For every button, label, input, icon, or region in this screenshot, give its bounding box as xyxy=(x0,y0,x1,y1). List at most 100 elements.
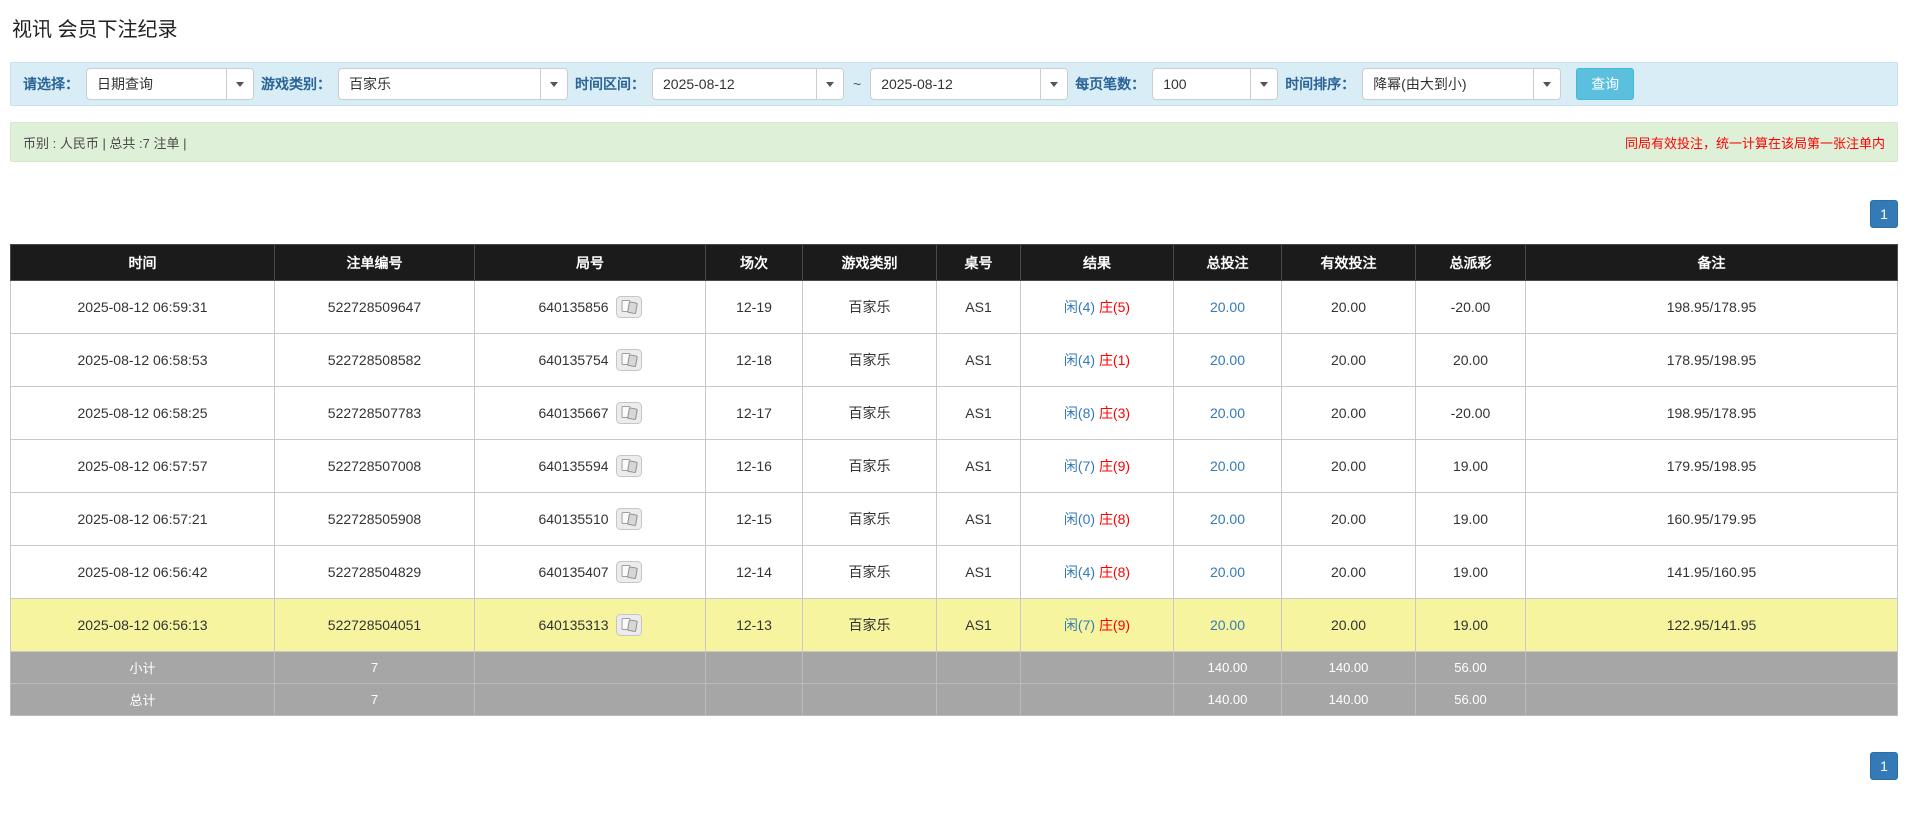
cell-game-type: 百家乐 xyxy=(803,546,937,599)
total-bet-link[interactable]: 20.00 xyxy=(1210,352,1245,368)
subtotal-total-bet: 140.00 xyxy=(1174,652,1282,684)
cell-payout: 19.00 xyxy=(1416,440,1526,493)
game-video-icon[interactable] xyxy=(616,349,642,371)
total-bet-link[interactable]: 20.00 xyxy=(1210,405,1245,421)
sort-order-value: 降幂(由大到小) xyxy=(1363,74,1533,94)
cell-valid-bet: 20.00 xyxy=(1282,334,1416,387)
cell-session: 12-18 xyxy=(706,334,803,387)
page-size-label: 每页笔数： xyxy=(1075,74,1145,94)
page-size-select[interactable]: 100 xyxy=(1152,68,1278,100)
cell-table-no: AS1 xyxy=(937,440,1021,493)
empty-cell xyxy=(803,652,937,684)
empty-cell xyxy=(706,652,803,684)
game-type-value: 百家乐 xyxy=(339,74,540,94)
cell-total-bet: 20.00 xyxy=(1174,546,1282,599)
cell-bet-id: 522728505908 xyxy=(275,493,475,546)
cell-session: 12-15 xyxy=(706,493,803,546)
cell-game-type: 百家乐 xyxy=(803,493,937,546)
page-1-button[interactable]: 1 xyxy=(1870,752,1898,780)
cell-result: 闲(4) 庄(8) xyxy=(1021,546,1174,599)
pagination-bottom: 1 xyxy=(10,752,1898,780)
cell-round: 640135313 xyxy=(475,599,706,652)
cell-remark: 198.95/178.95 xyxy=(1526,387,1898,440)
date-mode-value: 日期查询 xyxy=(87,74,226,94)
total-bet-link[interactable]: 20.00 xyxy=(1210,564,1245,580)
result-player: 闲(0) xyxy=(1064,511,1095,527)
result-banker: 庄(8) xyxy=(1099,511,1130,527)
cell-total-bet: 20.00 xyxy=(1174,493,1282,546)
total-bet-link[interactable]: 20.00 xyxy=(1210,617,1245,633)
result-player: 闲(4) xyxy=(1064,564,1095,580)
date-from-value: 2025-08-12 xyxy=(653,76,816,92)
cell-round: 640135667 xyxy=(475,387,706,440)
date-to-select[interactable]: 2025-08-12 xyxy=(870,68,1068,100)
page-container: 视讯 会员下注纪录 请选择： 日期查询 游戏类别： 百家乐 时间区间： 2025… xyxy=(0,0,1908,780)
col-header-bet-id: 注单编号 xyxy=(275,245,475,281)
game-video-icon[interactable] xyxy=(616,614,642,636)
game-video-icon[interactable] xyxy=(616,402,642,424)
subtotal-row: 小计 7 140.00 140.00 56.00 xyxy=(11,652,1898,684)
total-bet-link[interactable]: 20.00 xyxy=(1210,299,1245,315)
table-row[interactable]: 2025-08-12 06:57:57 522728507008 6401355… xyxy=(11,440,1898,493)
game-type-select[interactable]: 百家乐 xyxy=(338,68,568,100)
cell-session: 12-19 xyxy=(706,281,803,334)
grand-total-label: 总计 xyxy=(11,684,275,716)
cell-result: 闲(4) 庄(5) xyxy=(1021,281,1174,334)
date-to-value: 2025-08-12 xyxy=(871,76,1040,92)
table-row[interactable]: 2025-08-12 06:58:53 522728508582 6401357… xyxy=(11,334,1898,387)
subtotal-valid-bet: 140.00 xyxy=(1282,652,1416,684)
date-mode-select[interactable]: 日期查询 xyxy=(86,68,254,100)
cell-payout: -20.00 xyxy=(1416,281,1526,334)
col-header-table-no: 桌号 xyxy=(937,245,1021,281)
cell-remark: 141.95/160.95 xyxy=(1526,546,1898,599)
table-row[interactable]: 2025-08-12 06:56:42 522728504829 6401354… xyxy=(11,546,1898,599)
search-button[interactable]: 查询 xyxy=(1576,68,1634,100)
valid-bet-note: 同局有效投注，统一计算在该局第一张注单内 xyxy=(1625,133,1885,152)
page-1-button[interactable]: 1 xyxy=(1870,200,1898,228)
cell-total-bet: 20.00 xyxy=(1174,281,1282,334)
round-number: 640135510 xyxy=(538,511,608,527)
empty-cell xyxy=(937,652,1021,684)
table-row[interactable]: 2025-08-12 06:59:31 522728509647 6401358… xyxy=(11,281,1898,334)
game-video-icon[interactable] xyxy=(616,455,642,477)
game-video-icon[interactable] xyxy=(616,561,642,583)
result-banker: 庄(5) xyxy=(1099,299,1130,315)
cell-round: 640135754 xyxy=(475,334,706,387)
subtotal-label: 小计 xyxy=(11,652,275,684)
cell-valid-bet: 20.00 xyxy=(1282,546,1416,599)
game-video-icon[interactable] xyxy=(616,508,642,530)
cell-round: 640135594 xyxy=(475,440,706,493)
table-row[interactable]: 2025-08-12 06:57:21 522728505908 6401355… xyxy=(11,493,1898,546)
chevron-down-icon xyxy=(1250,69,1277,99)
select-mode-label: 请选择： xyxy=(23,74,79,94)
empty-cell xyxy=(1526,684,1898,716)
date-from-select[interactable]: 2025-08-12 xyxy=(652,68,844,100)
sort-order-select[interactable]: 降幂(由大到小) xyxy=(1362,68,1561,100)
empty-cell xyxy=(1021,684,1174,716)
chevron-down-icon xyxy=(226,69,253,99)
cell-session: 12-14 xyxy=(706,546,803,599)
cell-round: 640135407 xyxy=(475,546,706,599)
col-header-round: 局号 xyxy=(475,245,706,281)
total-bet-link[interactable]: 20.00 xyxy=(1210,458,1245,474)
cell-payout: 19.00 xyxy=(1416,546,1526,599)
cell-payout: 19.00 xyxy=(1416,599,1526,652)
total-bet-link[interactable]: 20.00 xyxy=(1210,511,1245,527)
col-header-valid-bet: 有效投注 xyxy=(1282,245,1416,281)
table-header: 时间 注单编号 局号 场次 游戏类别 桌号 结果 总投注 有效投注 总派彩 备注 xyxy=(11,245,1898,281)
cell-table-no: AS1 xyxy=(937,334,1021,387)
empty-cell xyxy=(706,684,803,716)
table-row[interactable]: 2025-08-12 06:58:25 522728507783 6401356… xyxy=(11,387,1898,440)
table-row[interactable]: 2025-08-12 06:56:13 522728504051 6401353… xyxy=(11,599,1898,652)
cell-total-bet: 20.00 xyxy=(1174,599,1282,652)
cell-remark: 122.95/141.95 xyxy=(1526,599,1898,652)
cell-game-type: 百家乐 xyxy=(803,334,937,387)
game-video-icon[interactable] xyxy=(616,296,642,318)
round-number: 640135856 xyxy=(538,299,608,315)
grand-total-count: 7 xyxy=(275,684,475,716)
cell-result: 闲(8) 庄(3) xyxy=(1021,387,1174,440)
sort-order-label: 时间排序： xyxy=(1285,74,1355,94)
cell-payout: 19.00 xyxy=(1416,493,1526,546)
cell-valid-bet: 20.00 xyxy=(1282,440,1416,493)
cell-time: 2025-08-12 06:58:25 xyxy=(11,387,275,440)
